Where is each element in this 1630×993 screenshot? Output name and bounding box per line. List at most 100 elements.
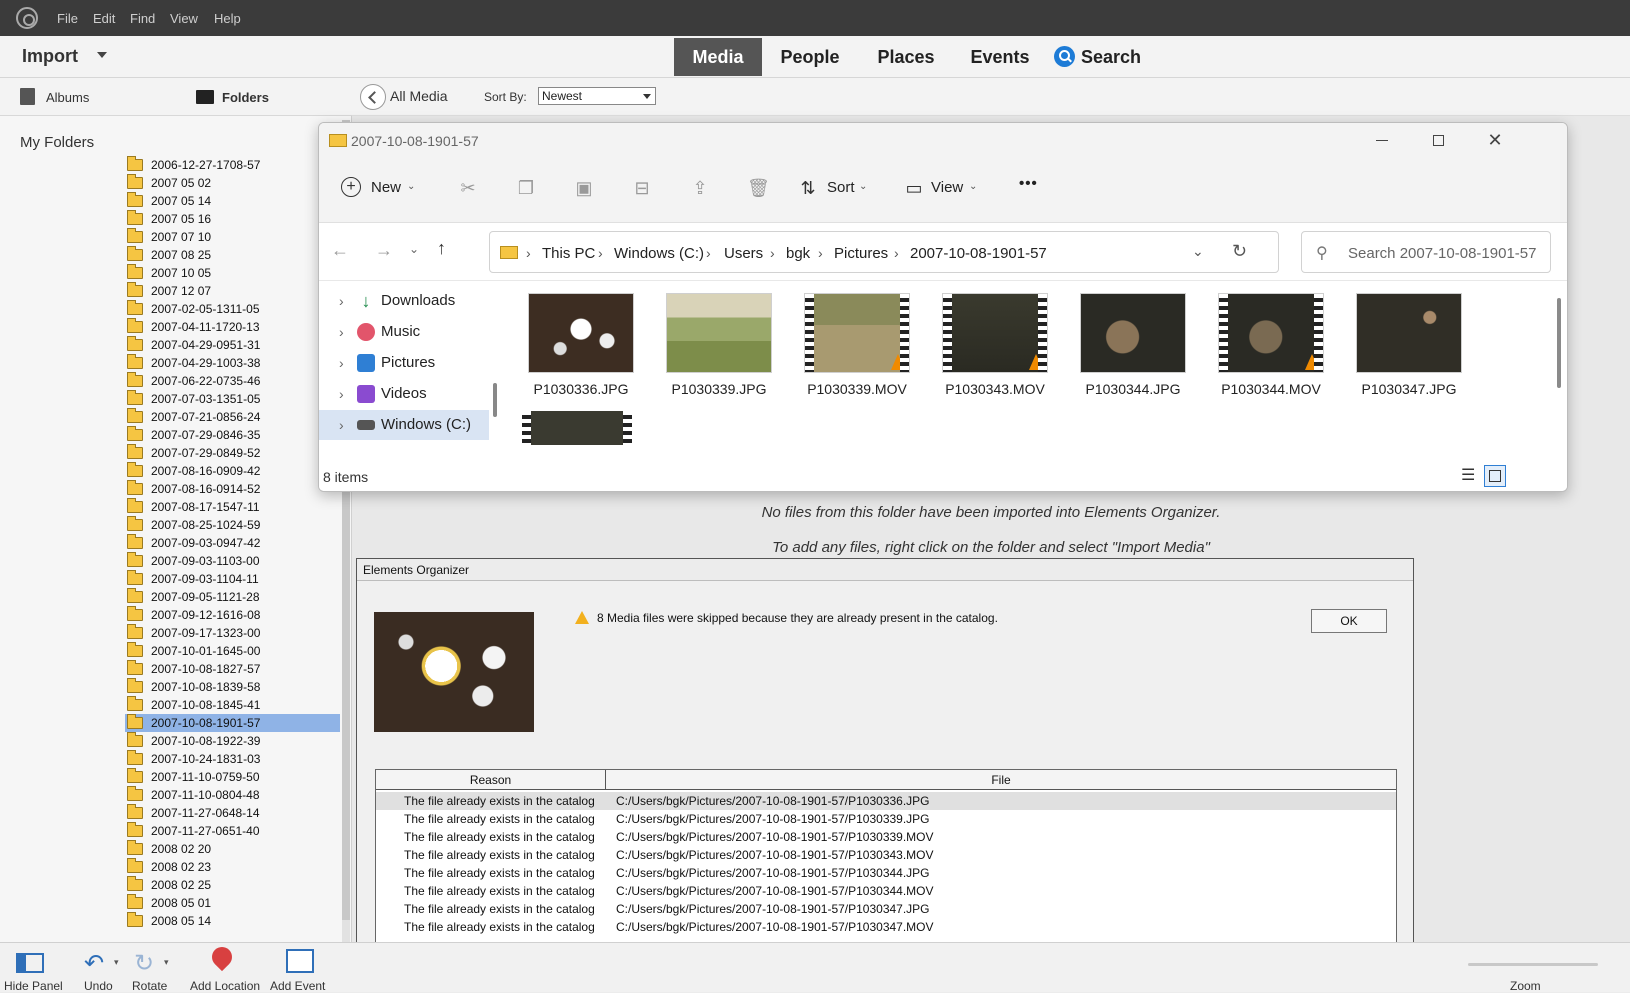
folder-item[interactable]: 2007-06-22-0735-46	[125, 372, 340, 390]
refresh-icon[interactable]: ↻	[1232, 241, 1247, 262]
details-view-icon[interactable]: ☰	[1461, 465, 1475, 485]
import-button[interactable]: Import	[22, 46, 78, 67]
rotate-dropdown-icon[interactable]: ▾	[164, 957, 169, 968]
undo-dropdown-icon[interactable]: ▾	[114, 957, 119, 968]
file-thumbnail[interactable]: P1030343.MOV	[935, 293, 1055, 397]
app-logo-icon[interactable]	[16, 7, 38, 29]
folder-item[interactable]: 2007-08-25-1024-59	[125, 516, 340, 534]
file-thumbnail[interactable]: P1030339.MOV	[797, 293, 917, 397]
menu-view[interactable]: View	[170, 11, 198, 26]
folder-item[interactable]: 2007 05 16	[125, 210, 340, 228]
forward-arrow-icon[interactable]: →	[375, 240, 393, 261]
folder-item[interactable]: 2008 05 14	[125, 912, 340, 930]
file-thumbnail[interactable]: P1030344.MOV	[1211, 293, 1331, 397]
folder-item[interactable]: 2007-11-10-0804-48	[125, 786, 340, 804]
folder-item[interactable]: 2008 05 01	[125, 894, 340, 912]
folder-item[interactable]: 2007-08-16-0909-42	[125, 462, 340, 480]
tab-places[interactable]: Places	[868, 38, 944, 76]
folder-item[interactable]: 2007-10-01-1645-00	[125, 642, 340, 660]
menu-find[interactable]: Find	[130, 11, 155, 26]
tab-media[interactable]: Media	[674, 38, 762, 76]
all-media-link[interactable]: All Media	[390, 88, 448, 104]
breadcrumb-this-pc[interactable]: This PC	[542, 245, 595, 262]
table-row[interactable]: The file already exists in the catalog C:…	[376, 918, 1396, 936]
folder-item[interactable]: 2007 12 07	[125, 282, 340, 300]
folder-item[interactable]: 2007-07-21-0856-24	[125, 408, 340, 426]
tab-folders[interactable]: Folders	[222, 90, 269, 105]
folder-item[interactable]: 2007 10 05	[125, 264, 340, 282]
column-header-file[interactable]: File	[606, 770, 1396, 790]
share-icon[interactable]: ⇪	[689, 177, 711, 199]
new-button[interactable]: New	[371, 179, 401, 196]
menu-help[interactable]: Help	[214, 11, 241, 26]
breadcrumb-current-folder[interactable]: 2007-10-08-1901-57	[910, 245, 1047, 262]
folder-item[interactable]: 2007 07 10	[125, 228, 340, 246]
nav-pane-scrollbar[interactable]	[493, 383, 497, 417]
folder-item[interactable]: 2007-10-08-1922-39	[125, 732, 340, 750]
view-dropdown-icon[interactable]: ⌄	[969, 181, 977, 192]
tab-albums[interactable]: Albums	[46, 90, 89, 105]
cut-icon[interactable]: ✂	[457, 177, 479, 199]
folder-item[interactable]: 2007-08-17-1547-11	[125, 498, 340, 516]
menu-edit[interactable]: Edit	[93, 11, 115, 26]
nav-item-videos[interactable]: › Videos	[319, 379, 489, 409]
add-event-button[interactable]: Add Event	[270, 979, 325, 993]
folder-item[interactable]: 2007-09-17-1323-00	[125, 624, 340, 642]
add-location-button[interactable]: Add Location	[190, 979, 260, 993]
hide-panel-button[interactable]: Hide Panel	[4, 979, 63, 993]
file-thumbnail[interactable]: P1030344.JPG	[1073, 293, 1193, 397]
menu-file[interactable]: File	[57, 11, 78, 26]
video-thumbnail-partial[interactable]	[522, 411, 632, 445]
folder-item[interactable]: 2007-09-03-1103-00	[125, 552, 340, 570]
folder-item[interactable]: 2007 08 25	[125, 246, 340, 264]
more-options-icon[interactable]: •••	[1019, 175, 1038, 192]
folder-item[interactable]: 2007-10-08-1901-57	[125, 714, 340, 732]
nav-item-downloads[interactable]: › ↓ Downloads	[319, 286, 489, 316]
breadcrumb-users[interactable]: Users	[724, 245, 763, 262]
expand-icon[interactable]: ›	[339, 286, 344, 316]
column-header-reason[interactable]: Reason	[376, 770, 606, 790]
folder-item[interactable]: 2007-10-08-1845-41	[125, 696, 340, 714]
folder-item[interactable]: 2007-08-16-0914-52	[125, 480, 340, 498]
folder-item[interactable]: 2007-11-10-0759-50	[125, 768, 340, 786]
rotate-button[interactable]: Rotate	[132, 979, 167, 993]
location-pin-icon[interactable]	[207, 942, 237, 972]
nav-item-windows-c[interactable]: › Windows (C:)	[319, 410, 489, 440]
sort-dropdown-icon[interactable]: ⌄	[859, 181, 867, 192]
file-thumbnail[interactable]: P1030336.JPG	[521, 293, 641, 397]
tiles-view-icon[interactable]	[1484, 465, 1506, 487]
new-dropdown-icon[interactable]: ⌄	[407, 181, 415, 192]
folder-item[interactable]: 2006-12-27-1708-57	[125, 156, 340, 174]
expand-icon[interactable]: ›	[339, 348, 344, 378]
folder-item[interactable]: 2008 02 20	[125, 840, 340, 858]
nav-item-pictures[interactable]: › Pictures	[319, 348, 489, 378]
search-icon[interactable]	[1054, 46, 1075, 67]
folder-item[interactable]: 2007-04-29-0951-31	[125, 336, 340, 354]
explorer-search-input[interactable]: Search 2007-10-08-1901-57	[1348, 245, 1536, 262]
address-box[interactable]: › This PC › Windows (C:) › Users › bgk ›…	[489, 231, 1279, 273]
copy-icon[interactable]: ❐	[515, 177, 537, 199]
breadcrumb-bgk[interactable]: bgk	[786, 245, 810, 262]
sort-by-select[interactable]: Newest	[538, 87, 656, 105]
table-row[interactable]: The file already exists in the catalog C:…	[376, 792, 1396, 810]
folder-item[interactable]: 2007-09-05-1121-28	[125, 588, 340, 606]
table-row[interactable]: The file already exists in the catalog C:…	[376, 882, 1396, 900]
up-arrow-icon[interactable]: ↑	[437, 238, 446, 259]
calendar-icon[interactable]	[286, 949, 314, 973]
folder-item[interactable]: 2008 02 25	[125, 876, 340, 894]
address-history-icon[interactable]: ⌄	[1192, 243, 1204, 260]
explorer-search-box[interactable]: ⚲ Search 2007-10-08-1901-57	[1301, 231, 1551, 273]
back-button[interactable]	[360, 84, 386, 110]
tab-events[interactable]: Events	[960, 38, 1040, 76]
view-button[interactable]: View	[931, 179, 963, 196]
recent-dropdown-icon[interactable]: ⌄	[409, 242, 419, 256]
expand-icon[interactable]: ›	[339, 410, 344, 440]
file-thumbnail[interactable]: P1030347.JPG	[1349, 293, 1469, 397]
expand-icon[interactable]: ›	[339, 379, 344, 409]
breadcrumb-windows-c[interactable]: Windows (C:)	[614, 245, 704, 262]
import-dropdown-icon[interactable]	[97, 52, 107, 58]
nav-item-music[interactable]: › Music	[319, 317, 489, 347]
tab-search[interactable]: Search	[1078, 38, 1144, 76]
folder-item[interactable]: 2007-07-29-0846-35	[125, 426, 340, 444]
folder-item[interactable]: 2007-07-29-0849-52	[125, 444, 340, 462]
